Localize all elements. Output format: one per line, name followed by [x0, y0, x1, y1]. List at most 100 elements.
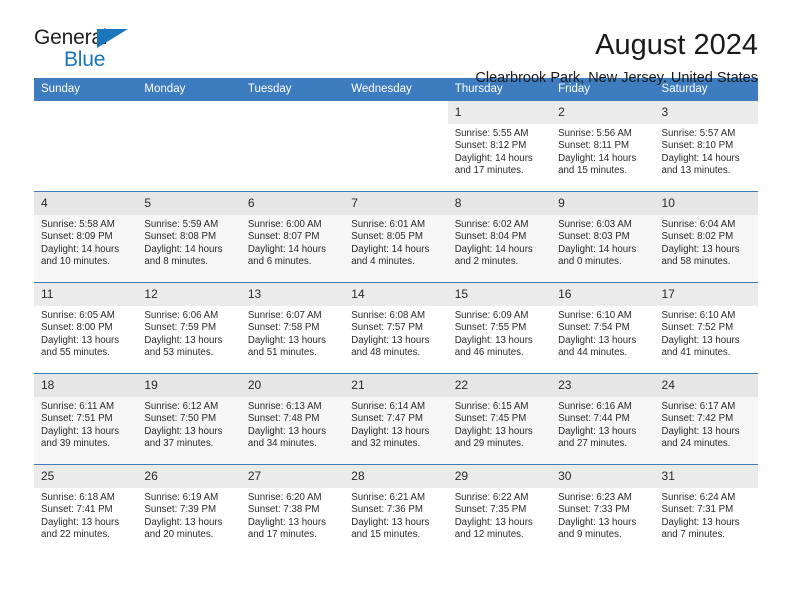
day-sunset-text: Sunset: 8:07 PM — [247, 231, 320, 243]
calendar-day-cell[interactable]: 30 Sunrise: 6:23 AM Sunset: 7:33 PM Dayligh… — [551, 464, 655, 555]
day-number — [34, 101, 137, 124]
day-daylight-text: Daylight: 13 hours — [558, 334, 637, 346]
day-number: 2 — [551, 101, 655, 124]
day-number: 8 — [447, 192, 552, 215]
day-daylight-cont-text: and 29 minutes. — [454, 438, 524, 450]
day-details: Sunrise: 6:24 AM Sunset: 7:31 PM Daylight:… — [655, 488, 758, 542]
calendar-day-cell[interactable]: 29 Sunrise: 6:22 AM Sunset: 7:35 PM Dayligh… — [447, 464, 552, 555]
day-number: 4 — [34, 192, 138, 215]
day-sunrise-text: Sunrise: 6:19 AM — [144, 492, 219, 503]
day-number: 20 — [240, 374, 345, 397]
day-cell-inner: 17 Sunrise: 6:10 AM Sunset: 7:52 PM Dayligh… — [654, 283, 758, 373]
day-sunrise-text: Sunrise: 6:09 AM — [454, 310, 529, 321]
calendar-day-cell[interactable]: 28 Sunrise: 6:21 AM Sunset: 7:36 PM Dayligh… — [344, 464, 448, 555]
day-details: Sunrise: 6:01 AM Sunset: 8:05 PM Daylight:… — [344, 215, 447, 269]
calendar-day-cell[interactable]: 31 Sunrise: 6:24 AM Sunset: 7:31 PM Dayligh… — [654, 464, 758, 555]
day-cell-inner: 21 Sunrise: 6:14 AM Sunset: 7:47 PM Dayligh… — [344, 374, 448, 464]
day-cell-inner: 6 Sunrise: 6:00 AM Sunset: 8:07 PM Daylight… — [240, 192, 345, 282]
calendar-day-cell[interactable]: 3 Sunrise: 5:57 AM Sunset: 8:10 PM Daylight… — [654, 100, 758, 192]
day-sunrise-text: Sunrise: 6:06 AM — [144, 310, 219, 321]
day-number: 28 — [344, 465, 448, 488]
calendar-day-cell[interactable]: 14 Sunrise: 6:08 AM Sunset: 7:57 PM Dayligh… — [344, 282, 448, 374]
day-sunrise-text: Sunrise: 6:10 AM — [558, 310, 632, 321]
day-sunrise-text: Sunrise: 6:11 AM — [41, 401, 115, 412]
day-sunrise-text: Sunrise: 6:24 AM — [661, 492, 736, 503]
day-cell-inner: 22 Sunrise: 6:15 AM Sunset: 7:45 PM Dayligh… — [447, 374, 552, 464]
day-sunset-text: Sunset: 8:10 PM — [661, 140, 734, 152]
day-daylight-cont-text: and 17 minutes. — [454, 165, 524, 177]
day-cell-inner: 31 Sunrise: 6:24 AM Sunset: 7:31 PM Dayligh… — [654, 465, 758, 555]
day-daylight-text: Daylight: 13 hours — [41, 425, 120, 437]
calendar-day-cell[interactable]: 1 Sunrise: 5:55 AM Sunset: 8:12 PM Daylight… — [447, 100, 552, 192]
day-sunset-text: Sunset: 8:12 PM — [454, 140, 527, 152]
day-daylight-cont-text: and 2 minutes. — [454, 256, 519, 268]
day-cell-inner: 26 Sunrise: 6:19 AM Sunset: 7:39 PM Dayligh… — [137, 465, 241, 555]
calendar-day-cell[interactable]: 21 Sunrise: 6:14 AM Sunset: 7:47 PM Dayligh… — [344, 373, 448, 465]
calendar-week-row: 18 Sunrise: 6:11 AM Sunset: 7:51 PM Dayligh… — [34, 373, 758, 465]
day-sunset-text: Sunset: 8:11 PM — [558, 140, 630, 152]
day-daylight-text: Daylight: 13 hours — [558, 516, 637, 528]
day-number: 24 — [654, 374, 758, 397]
day-cell-inner: 16 Sunrise: 6:10 AM Sunset: 7:54 PM Dayligh… — [551, 283, 655, 373]
calendar-day-cell[interactable]: 10 Sunrise: 6:04 AM Sunset: 8:02 PM Dayligh… — [654, 191, 758, 283]
day-sunset-text: Sunset: 7:59 PM — [144, 322, 217, 334]
day-sunrise-text: Sunrise: 6:21 AM — [351, 492, 426, 503]
day-number: 15 — [447, 283, 552, 306]
calendar-day-cell[interactable]: 26 Sunrise: 6:19 AM Sunset: 7:39 PM Dayligh… — [137, 464, 241, 555]
day-sunrise-text: Sunrise: 6:07 AM — [247, 310, 322, 321]
calendar-day-cell[interactable]: 8 Sunrise: 6:02 AM Sunset: 8:04 PM Daylight… — [447, 191, 552, 283]
day-details: Sunrise: 6:16 AM Sunset: 7:44 PM Daylight:… — [551, 397, 654, 451]
day-daylight-text: Daylight: 13 hours — [41, 334, 120, 346]
calendar-day-cell[interactable]: 7 Sunrise: 6:01 AM Sunset: 8:05 PM Daylight… — [344, 191, 448, 283]
calendar-day-cell[interactable]: 25 Sunrise: 6:18 AM Sunset: 7:41 PM Dayligh… — [34, 464, 138, 555]
day-cell-inner: 18 Sunrise: 6:11 AM Sunset: 7:51 PM Dayligh… — [34, 374, 138, 464]
calendar-day-cell[interactable]: 18 Sunrise: 6:11 AM Sunset: 7:51 PM Dayligh… — [34, 373, 138, 465]
day-daylight-text: Daylight: 13 hours — [454, 334, 533, 346]
calendar-day-cell[interactable]: 2 Sunrise: 5:56 AM Sunset: 8:11 PM Daylight… — [551, 100, 655, 192]
calendar-day-cell[interactable]: 22 Sunrise: 6:15 AM Sunset: 7:45 PM Dayligh… — [447, 373, 552, 465]
day-number: 1 — [447, 101, 552, 124]
calendar-day-cell[interactable]: 5 Sunrise: 5:59 AM Sunset: 8:08 PM Daylight… — [137, 191, 241, 283]
calendar-day-cell[interactable]: 12 Sunrise: 6:06 AM Sunset: 7:59 PM Dayligh… — [137, 282, 241, 374]
day-daylight-cont-text: and 13 minutes. — [661, 165, 731, 177]
day-cell-inner: 20 Sunrise: 6:13 AM Sunset: 7:48 PM Dayligh… — [240, 374, 345, 464]
logo-text-blue: Blue — [64, 48, 106, 71]
day-daylight-cont-text: and 39 minutes. — [41, 438, 110, 450]
day-sunset-text: Sunset: 8:04 PM — [454, 231, 527, 243]
calendar-day-cell[interactable]: 13 Sunrise: 6:07 AM Sunset: 7:58 PM Dayligh… — [240, 282, 345, 374]
day-sunrise-text: Sunrise: 6:01 AM — [351, 219, 426, 230]
calendar-day-cell[interactable]: 23 Sunrise: 6:16 AM Sunset: 7:44 PM Dayligh… — [551, 373, 655, 465]
day-sunset-text: Sunset: 7:36 PM — [351, 504, 423, 516]
day-sunset-text: Sunset: 7:42 PM — [661, 413, 734, 425]
day-daylight-text: Daylight: 13 hours — [558, 425, 637, 437]
calendar-day-cell[interactable]: 17 Sunrise: 6:10 AM Sunset: 7:52 PM Dayligh… — [654, 282, 758, 374]
day-daylight-cont-text: and 7 minutes. — [661, 529, 726, 541]
day-number: 30 — [551, 465, 655, 488]
calendar-day-cell[interactable]: 4 Sunrise: 5:58 AM Sunset: 8:09 PM Daylight… — [34, 191, 138, 283]
calendar-day-cell[interactable]: 16 Sunrise: 6:10 AM Sunset: 7:54 PM Dayligh… — [551, 282, 655, 374]
day-details: Sunrise: 6:20 AM Sunset: 7:38 PM Daylight:… — [241, 488, 344, 542]
calendar-day-cell[interactable]: 15 Sunrise: 6:09 AM Sunset: 7:55 PM Dayligh… — [447, 282, 552, 374]
day-details: Sunrise: 6:21 AM Sunset: 7:36 PM Daylight:… — [344, 488, 447, 542]
calendar-page: General Blue August 2024 Clearbrook Park… — [0, 0, 792, 612]
day-cell-inner — [344, 101, 447, 191]
day-details: Sunrise: 6:19 AM Sunset: 7:39 PM Daylight:… — [137, 488, 240, 542]
day-sunrise-text: Sunrise: 5:55 AM — [454, 128, 529, 139]
day-daylight-cont-text: and 10 minutes. — [41, 256, 110, 268]
day-daylight-text: Daylight: 14 hours — [351, 243, 430, 255]
calendar-day-cell[interactable]: 11 Sunrise: 6:05 AM Sunset: 8:00 PM Dayligh… — [34, 282, 138, 374]
calendar-day-cell[interactable]: 24 Sunrise: 6:17 AM Sunset: 7:42 PM Dayligh… — [654, 373, 758, 465]
day-daylight-text: Daylight: 14 hours — [144, 243, 223, 255]
calendar-day-cell[interactable]: 19 Sunrise: 6:12 AM Sunset: 7:50 PM Dayligh… — [137, 373, 241, 465]
day-details: Sunrise: 6:17 AM Sunset: 7:42 PM Daylight:… — [655, 397, 758, 451]
generalblue-logo[interactable]: General Blue — [34, 26, 146, 74]
calendar-day-cell[interactable]: 9 Sunrise: 6:03 AM Sunset: 8:03 PM Daylight… — [551, 191, 655, 283]
day-daylight-text: Daylight: 13 hours — [144, 334, 223, 346]
calendar-day-cell[interactable]: 20 Sunrise: 6:13 AM Sunset: 7:48 PM Dayligh… — [240, 373, 345, 465]
calendar-cell-empty — [344, 100, 448, 192]
page-title: August 2024 — [595, 29, 758, 61]
triangle-icon — [97, 29, 128, 48]
calendar-day-cell[interactable]: 6 Sunrise: 6:00 AM Sunset: 8:07 PM Daylight… — [240, 191, 345, 283]
weekday-header-sunday: Sunday — [34, 78, 138, 101]
calendar-day-cell[interactable]: 27 Sunrise: 6:20 AM Sunset: 7:38 PM Dayligh… — [240, 464, 345, 555]
